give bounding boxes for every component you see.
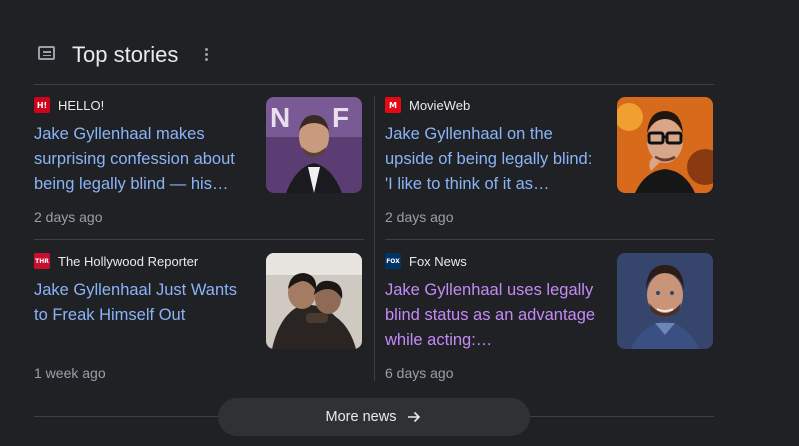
row-divider — [385, 239, 714, 240]
story-source: H! HELLO! — [34, 97, 104, 113]
fox-news-logo-icon: FOX — [385, 253, 401, 269]
story-thumbnail[interactable]: N F — [266, 97, 362, 193]
story-headline[interactable]: Jake Gyllenhaal on the upside of being l… — [385, 122, 600, 197]
story-thumbnail[interactable] — [266, 253, 362, 349]
story-time: 2 days ago — [34, 209, 103, 225]
story-headline[interactable]: Jake Gyllenhaal Just Wants to Freak Hims… — [34, 278, 249, 328]
source-name: Fox News — [409, 253, 467, 269]
arrow-right-icon — [408, 411, 421, 423]
story-card-2[interactable]: M MovieWeb Jake Gyllenhaal on the upside… — [385, 97, 715, 242]
story-card-1[interactable]: H! HELLO! Jake Gyllenhaal makes surprisi… — [34, 97, 364, 242]
story-source: M MovieWeb — [385, 97, 470, 113]
top-stories-header: Top stories — [34, 38, 714, 85]
section-title: Top stories — [72, 42, 179, 67]
hollywood-reporter-logo-icon: THR — [34, 253, 50, 269]
story-time: 2 days ago — [385, 209, 454, 225]
svg-text:N: N — [270, 102, 290, 133]
story-headline[interactable]: Jake Gyllenhaal makes surprising confess… — [34, 122, 249, 197]
hello-logo-icon: H! — [34, 97, 50, 113]
story-headline[interactable]: Jake Gyllenhaal uses legally blind statu… — [385, 278, 600, 353]
more-news-label: More news — [325, 409, 397, 425]
newspaper-icon — [38, 46, 55, 60]
column-divider — [374, 96, 375, 381]
story-time: 1 week ago — [34, 365, 106, 381]
story-thumbnail[interactable] — [617, 253, 713, 349]
svg-text:F: F — [332, 102, 349, 133]
story-card-4[interactable]: FOX Fox News Jake Gyllenhaal uses legall… — [385, 253, 715, 398]
story-source: FOX Fox News — [385, 253, 467, 269]
source-name: MovieWeb — [409, 97, 471, 113]
story-source: THR The Hollywood Reporter — [34, 253, 198, 269]
movieweb-logo-icon: M — [385, 97, 401, 113]
more-news-button[interactable]: More news — [218, 398, 530, 436]
story-time: 6 days ago — [385, 365, 454, 381]
story-card-3[interactable]: THR The Hollywood Reporter Jake Gyllenha… — [34, 253, 364, 398]
source-name: The Hollywood Reporter — [58, 253, 199, 269]
more-options-icon[interactable] — [202, 46, 210, 62]
row-divider — [34, 239, 364, 240]
story-thumbnail[interactable] — [617, 97, 713, 193]
source-name: HELLO! — [58, 97, 105, 113]
